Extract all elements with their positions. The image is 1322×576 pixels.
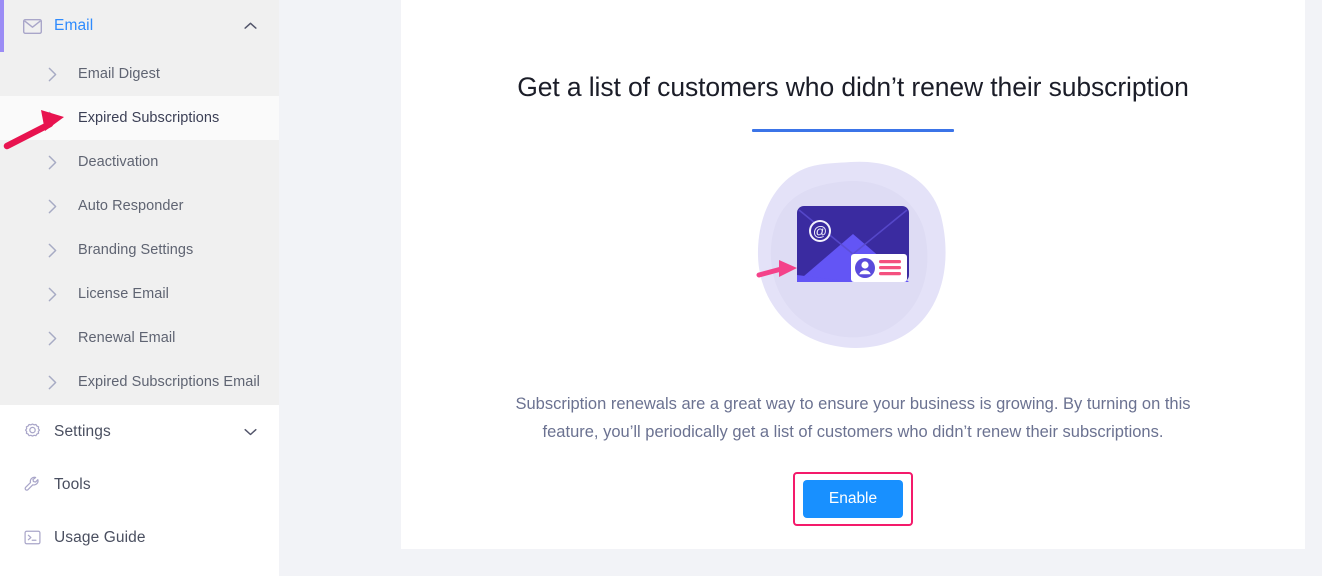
main-content-card: Get a list of customers who didn’t renew… xyxy=(401,0,1305,549)
sidebar-item-label: Expired Subscriptions Email xyxy=(78,374,260,390)
sidebar-item-label: Deactivation xyxy=(78,154,159,170)
page-title: Get a list of customers who didn’t renew… xyxy=(517,72,1189,102)
sidebar-item-label: Usage Guide xyxy=(54,528,146,546)
sidebar: Email Email Digest Expired Subscriptions… xyxy=(0,0,279,576)
enable-button-area: Enable xyxy=(401,472,1305,526)
sidebar-group-email[interactable]: Email xyxy=(0,0,279,52)
sidebar-item-license-email[interactable]: License Email xyxy=(0,272,279,316)
enable-button[interactable]: Enable xyxy=(802,480,904,518)
sidebar-item-tools[interactable]: Tools xyxy=(0,458,279,511)
sidebar-item-renewal-email[interactable]: Renewal Email xyxy=(0,316,279,360)
chevron-right-icon xyxy=(48,155,60,170)
sidebar-item-auto-responder[interactable]: Auto Responder xyxy=(0,184,279,228)
sidebar-item-settings[interactable]: Settings xyxy=(0,405,279,458)
sidebar-item-label: Email Digest xyxy=(78,66,160,82)
sidebar-item-label: Renewal Email xyxy=(78,330,176,346)
sidebar-item-label: Branding Settings xyxy=(78,242,194,258)
chevron-right-icon xyxy=(48,375,60,390)
sidebar-lower-nav: Settings Tools Usage Guide xyxy=(0,405,279,576)
sidebar-item-label: Expired Subscriptions xyxy=(78,110,220,126)
sidebar-item-deactivation[interactable]: Deactivation xyxy=(0,140,279,184)
terminal-icon xyxy=(22,528,42,548)
chevron-up-icon[interactable] xyxy=(244,22,257,31)
sidebar-item-branding-settings[interactable]: Branding Settings xyxy=(0,228,279,272)
sidebar-item-expired-subscriptions[interactable]: Expired Subscriptions xyxy=(0,96,279,140)
chevron-right-icon xyxy=(48,199,60,214)
sidebar-group-label: Email xyxy=(54,17,94,34)
sidebar-item-usage-guide[interactable]: Usage Guide xyxy=(0,511,279,564)
sidebar-item-expired-subscriptions-email[interactable]: Expired Subscriptions Email xyxy=(0,360,279,404)
chevron-right-icon xyxy=(48,243,60,258)
illustration-container: @ xyxy=(401,158,1305,356)
sidebar-item-label: Auto Responder xyxy=(78,198,184,214)
wrench-icon xyxy=(22,475,42,495)
chevron-right-icon xyxy=(48,111,60,126)
active-group-accent-bar xyxy=(0,0,4,52)
sidebar-item-label: Settings xyxy=(54,422,111,440)
chevron-down-icon[interactable] xyxy=(244,427,257,436)
sidebar-item-label: Tools xyxy=(54,475,91,493)
title-underline xyxy=(752,129,954,132)
sidebar-item-email-digest[interactable]: Email Digest xyxy=(0,52,279,96)
gear-icon xyxy=(22,422,42,442)
enable-button-highlight: Enable xyxy=(792,472,914,526)
sidebar-item-label: License Email xyxy=(78,286,169,302)
envelope-icon xyxy=(22,16,42,36)
chevron-right-icon xyxy=(48,287,60,302)
feature-description: Subscription renewals are a great way to… xyxy=(515,395,1191,441)
email-contact-illustration: @ xyxy=(756,161,946,348)
chevron-right-icon xyxy=(48,67,60,82)
chevron-right-icon xyxy=(48,331,60,346)
svg-text:@: @ xyxy=(813,223,827,239)
